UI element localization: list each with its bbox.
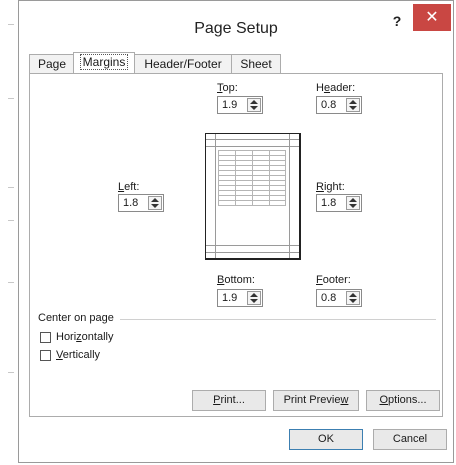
spin-down-icon [349, 299, 357, 303]
close-icon: ✕ [425, 9, 439, 26]
bottom-margin-value: 1.9 [222, 292, 238, 304]
spin-buttons[interactable] [247, 291, 261, 305]
group-divider [120, 319, 436, 320]
title-bar: Page Setup ? ✕ [19, 1, 453, 41]
margins-panel: Top: 1.9 Header: 0.8 Left: 1.8 Right: 1.… [29, 73, 443, 417]
tab-margins-label: Margins [79, 54, 129, 70]
right-margin-line [289, 134, 290, 258]
header-margin-value: 0.8 [321, 99, 337, 111]
close-button[interactable]: ✕ [413, 4, 451, 31]
spin-up-icon [349, 198, 357, 202]
sheet-row-tick [8, 98, 14, 99]
right-margin-value: 1.8 [321, 197, 337, 209]
vertically-label[interactable]: Vertically [56, 349, 100, 361]
left-margin-spinner[interactable]: 1.8 [118, 194, 164, 212]
spin-down-icon [151, 204, 159, 208]
sheet-row-tick [8, 24, 14, 25]
spin-up-icon [349, 100, 357, 104]
page-preview [205, 133, 301, 260]
top-margin-line [206, 146, 299, 147]
spin-up-icon [250, 100, 258, 104]
spin-buttons[interactable] [247, 98, 261, 112]
help-button[interactable]: ? [387, 11, 407, 31]
spin-up-icon [349, 293, 357, 297]
spin-down-icon [250, 299, 258, 303]
spin-up-icon [151, 198, 159, 202]
sheet-row-tick [8, 220, 14, 221]
spin-buttons[interactable] [346, 98, 360, 112]
print-button[interactable]: Print... [192, 390, 266, 411]
sheet-row-tick [8, 372, 14, 373]
tab-sheet[interactable]: Sheet [231, 54, 281, 73]
left-margin-value: 1.8 [123, 197, 139, 209]
tab-header-footer[interactable]: Header/Footer [133, 54, 233, 73]
bottom-label: Bottom: [217, 274, 255, 286]
horizontally-label[interactable]: Horizontally [56, 331, 113, 343]
spin-down-icon [349, 204, 357, 208]
spin-buttons[interactable] [148, 196, 162, 210]
spin-buttons[interactable] [346, 196, 360, 210]
background-sheet-edge [0, 0, 18, 465]
left-margin-line [215, 134, 216, 258]
footer-margin-spinner[interactable]: 0.8 [316, 289, 362, 307]
print-preview-button[interactable]: Print Preview [273, 390, 359, 411]
sheet-row-tick [8, 187, 14, 188]
spin-up-icon [250, 293, 258, 297]
spin-buttons[interactable] [346, 291, 360, 305]
page-setup-dialog: Page Setup ? ✕ Page Margins Header/Foote… [18, 0, 454, 463]
header-label: Header: [316, 82, 356, 94]
header-margin-line [206, 139, 299, 140]
ok-button[interactable]: OK [289, 429, 363, 450]
sheet-row-tick [8, 282, 14, 283]
spin-down-icon [349, 106, 357, 110]
header-margin-spinner[interactable]: 0.8 [316, 96, 362, 114]
tab-margins[interactable]: Margins [73, 52, 135, 73]
footer-label: Footer: [316, 274, 351, 286]
preview-grid [218, 150, 286, 206]
center-on-page-label: Center on page [38, 312, 114, 324]
right-label: Right: [316, 181, 345, 193]
spin-down-icon [250, 106, 258, 110]
horizontally-checkbox[interactable] [40, 332, 51, 343]
footer-margin-value: 0.8 [321, 292, 337, 304]
tab-page[interactable]: Page [29, 54, 75, 73]
right-margin-spinner[interactable]: 1.8 [316, 194, 362, 212]
options-button[interactable]: Options... [366, 390, 440, 411]
top-margin-spinner[interactable]: 1.9 [217, 96, 263, 114]
top-label: Top: [217, 82, 238, 94]
footer-margin-line [206, 252, 299, 253]
left-label: Left: [118, 181, 140, 193]
top-margin-value: 1.9 [222, 99, 238, 111]
vertically-checkbox[interactable] [40, 350, 51, 361]
bottom-margin-line [206, 245, 299, 246]
cancel-button[interactable]: Cancel [373, 429, 447, 450]
bottom-margin-spinner[interactable]: 1.9 [217, 289, 263, 307]
